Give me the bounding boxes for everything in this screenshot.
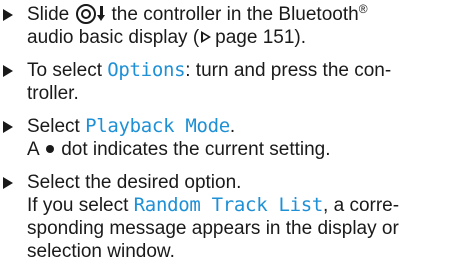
page-reference-link[interactable]: page 151). (215, 27, 306, 48)
step-text: selection window. (27, 241, 175, 262)
step-bullet-icon (3, 9, 13, 21)
step-slide-controller: Slide the controller in the Bluetooth® a… (3, 3, 455, 49)
step-line: Slide the controller in the Bluetooth® (27, 3, 455, 26)
step-text: : turn and press the con- (185, 60, 392, 81)
step-line: Select Playback Mode. (27, 115, 455, 138)
step-select-option: Select the desired option. If you select… (3, 171, 455, 263)
step-line: sponding message appears in the display … (27, 217, 455, 240)
down-arrow-icon (96, 6, 106, 22)
step-text: troller. (27, 83, 79, 104)
step-line: A dot indicates the current setting. (27, 138, 455, 161)
step-bullet-icon (3, 177, 13, 189)
step-text: A (27, 139, 39, 160)
step-line: Select the desired option. (27, 171, 455, 194)
ui-term-random-track-list: Random Track List (133, 194, 324, 216)
ui-term-options: Options (107, 59, 186, 81)
step-select-options: To select Options: turn and press the co… (3, 59, 455, 105)
step-line: audio basic display ( page 151). (27, 26, 455, 49)
step-text: To select (27, 60, 102, 81)
ui-term-playback-mode: Playback Mode (85, 115, 230, 137)
step-text: . (229, 116, 236, 137)
step-bullet-icon (3, 65, 13, 77)
step-bullet-icon (3, 121, 13, 133)
filled-dot-icon (45, 145, 54, 153)
step-text: , a corre- (323, 195, 400, 216)
controller-knob-icon (75, 4, 96, 24)
registered-mark: ® (358, 2, 368, 16)
step-text: Slide (27, 4, 70, 25)
step-text: Select (27, 116, 80, 137)
step-text: the controller in the Bluetooth (111, 4, 359, 25)
instruction-steps: Slide the controller in the Bluetooth® a… (3, 3, 455, 273)
page-reference-icon (201, 31, 212, 43)
step-line: If you select Random Track List, a corre… (27, 194, 455, 217)
step-line: To select Options: turn and press the co… (27, 59, 455, 82)
step-text: audio basic display ( (27, 27, 200, 48)
step-text: sponding message appears in the display … (27, 218, 399, 239)
step-line: selection window. (27, 240, 455, 263)
step-line: troller. (27, 82, 455, 105)
step-text: Select the desired option. (27, 172, 242, 193)
step-text: dot indicates the current setting. (61, 139, 331, 160)
step-text: If you select (27, 195, 129, 216)
step-select-playback-mode: Select Playback Mode. A dot indicates th… (3, 115, 455, 161)
